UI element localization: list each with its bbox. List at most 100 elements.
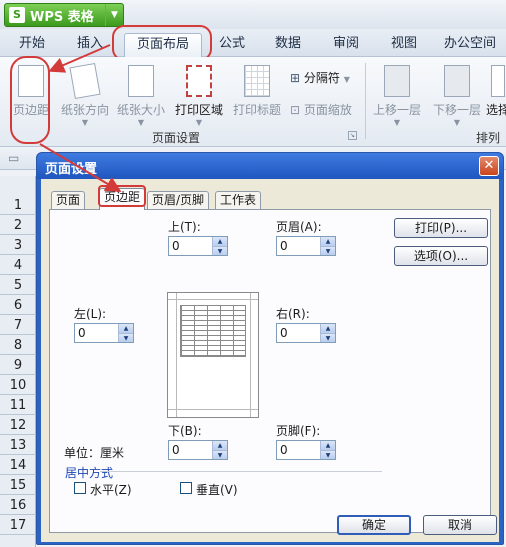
folder-icon[interactable]: ▭ — [8, 151, 19, 165]
separator-button[interactable]: ⊞ 分隔符 ▼ — [290, 69, 350, 86]
orientation-button[interactable]: 纸张方向 ▼ — [56, 62, 114, 127]
spinner-up-icon[interactable]: ▲ — [212, 441, 227, 450]
spinner-buttons: ▲ ▼ — [320, 237, 335, 255]
paper-size-button[interactable]: 纸张大小 ▼ — [112, 65, 170, 127]
right-label: 右(R): — [276, 307, 310, 321]
bottom-label: 下(B): — [168, 424, 202, 438]
select-label: 选择 — [486, 103, 506, 117]
tab-office-space[interactable]: 办公空间 — [436, 33, 504, 57]
tab-home[interactable]: 开始 — [8, 33, 56, 57]
footer-margin-spinner[interactable]: 0 ▲ ▼ — [276, 440, 336, 460]
send-backward-button[interactable]: 下移一层 ▼ — [428, 65, 486, 127]
row-header[interactable]: 8 — [0, 336, 36, 355]
page-zoom-button[interactable]: ⊡ 页面缩放 — [290, 101, 352, 118]
dialog-title: 页面设置 — [45, 162, 98, 177]
chevron-down-icon: ▼ — [81, 118, 89, 127]
spinner-up-icon[interactable]: ▲ — [118, 324, 133, 333]
right-margin-spinner[interactable]: 0 ▲ ▼ — [276, 323, 336, 343]
tab-header-footer[interactable]: 页眉/页脚 — [147, 191, 210, 209]
annotation-box-margins-tab — [98, 185, 146, 207]
page-zoom-label: 页面缩放 — [303, 103, 352, 117]
row-header[interactable]: 16 — [0, 496, 36, 515]
group-label-page-setup: 页面设置 — [152, 131, 201, 145]
cancel-button[interactable]: 取消 — [423, 515, 497, 535]
paper-size-icon — [128, 65, 154, 97]
spinner-up-icon[interactable]: ▲ — [320, 441, 335, 450]
row-header[interactable]: 14 — [0, 456, 36, 475]
close-icon[interactable]: ✕ — [479, 156, 499, 176]
spinner-down-icon[interactable]: ▼ — [320, 450, 335, 459]
unit-label: 单位：厘米 — [64, 446, 125, 460]
tab-data[interactable]: 数据 — [264, 33, 312, 57]
row-header[interactable]: 4 — [0, 256, 36, 275]
left-label: 左(L): — [74, 307, 107, 321]
spinner-down-icon[interactable]: ▼ — [320, 333, 335, 342]
send-backward-label: 下移一层 — [432, 103, 481, 117]
print-button[interactable]: 打印(P)... — [394, 218, 488, 238]
tab-page[interactable]: 页面 — [51, 191, 86, 209]
row-header[interactable]: 12 — [0, 416, 36, 435]
print-area-label: 打印区域 — [174, 103, 223, 117]
tab-review[interactable]: 审阅 — [322, 33, 370, 57]
top-margin-spinner[interactable]: 0 ▲ ▼ — [168, 236, 228, 256]
header-label: 页眉(A): — [276, 220, 322, 234]
row-header[interactable]: 11 — [0, 396, 36, 415]
paper-size-label: 纸张大小 — [116, 103, 165, 117]
spinner-buttons: ▲ ▼ — [212, 237, 227, 255]
wps-logo-icon: S — [9, 7, 25, 23]
page-setup-dialog: 页面设置 ✕ 页面 页边距 页眉/页脚 工作表 上(T): 0 ▲ ▼ 页眉(A… — [36, 152, 504, 545]
dialog-titlebar: 页面设置 ✕ — [37, 153, 503, 179]
select-button[interactable]: 选择 — [486, 65, 506, 118]
ok-button[interactable]: 确定 — [337, 515, 411, 535]
row-header[interactable]: 6 — [0, 296, 36, 315]
spinner-down-icon[interactable]: ▼ — [212, 246, 227, 255]
spinner-down-icon[interactable]: ▼ — [118, 333, 133, 342]
group-divider — [100, 471, 382, 472]
chevron-down-icon: ▼ — [343, 75, 350, 84]
row-header[interactable]: 2 — [0, 216, 36, 235]
row-header[interactable]: 7 — [0, 316, 36, 335]
tab-worksheet[interactable]: 工作表 — [215, 191, 262, 209]
header-margin-spinner[interactable]: 0 ▲ ▼ — [276, 236, 336, 256]
tab-view[interactable]: 视图 — [380, 33, 428, 57]
row-header[interactable]: 15 — [0, 476, 36, 495]
row-header[interactable]: 3 — [0, 236, 36, 255]
bottom-margin-value: 0 — [172, 443, 180, 457]
print-titles-icon — [244, 65, 270, 97]
print-titles-button[interactable]: 打印标题 — [228, 65, 286, 118]
preview-margin-line — [250, 293, 251, 417]
spinner-up-icon[interactable]: ▲ — [212, 237, 227, 246]
spinner-up-icon[interactable]: ▲ — [320, 324, 335, 333]
row-header[interactable]: 9 — [0, 356, 36, 375]
row-header[interactable]: 10 — [0, 376, 36, 395]
print-area-icon — [186, 65, 212, 97]
orientation-icon — [69, 62, 101, 100]
row-header[interactable]: 1 — [0, 196, 36, 215]
separator-icon: ⊞ — [290, 71, 301, 85]
row-header[interactable]: 17 — [0, 516, 36, 535]
footer-label: 页脚(F): — [276, 424, 321, 438]
top-margin-value: 0 — [172, 239, 180, 253]
spinner-down-icon[interactable]: ▼ — [212, 450, 227, 459]
left-margin-spinner[interactable]: 0 ▲ ▼ — [74, 323, 134, 343]
row-header[interactable]: 5 — [0, 276, 36, 295]
print-area-button[interactable]: 打印区域 ▼ — [170, 65, 228, 127]
spinner-down-icon[interactable]: ▼ — [320, 246, 335, 255]
center-vertical-checkbox[interactable] — [180, 482, 192, 494]
bring-forward-button[interactable]: 上移一层 ▼ — [368, 65, 426, 127]
row-headers: 1 2 3 4 5 6 7 8 9 10 11 12 13 14 15 16 17 — [0, 176, 36, 547]
spinner-up-icon[interactable]: ▲ — [320, 237, 335, 246]
tab-formulas[interactable]: 公式 — [210, 33, 254, 57]
options-button[interactable]: 选项(O)... — [394, 246, 488, 266]
dialog-launcher-icon[interactable]: ↘ — [348, 131, 357, 140]
tab-insert[interactable]: 插入 — [66, 33, 114, 57]
chevron-down-icon[interactable]: ▼ — [105, 4, 123, 26]
row-header[interactable]: 13 — [0, 436, 36, 455]
annotation-circle-margins — [10, 56, 50, 144]
group-label-arrange: 排列 — [476, 131, 501, 145]
chevron-down-icon: ▼ — [195, 118, 203, 127]
vertical-label: 垂直(V) — [196, 483, 238, 497]
center-horizontal-checkbox[interactable] — [74, 482, 86, 494]
bottom-margin-spinner[interactable]: 0 ▲ ▼ — [168, 440, 228, 460]
wps-menu-button[interactable]: S WPS 表格 ▼ — [4, 3, 124, 27]
